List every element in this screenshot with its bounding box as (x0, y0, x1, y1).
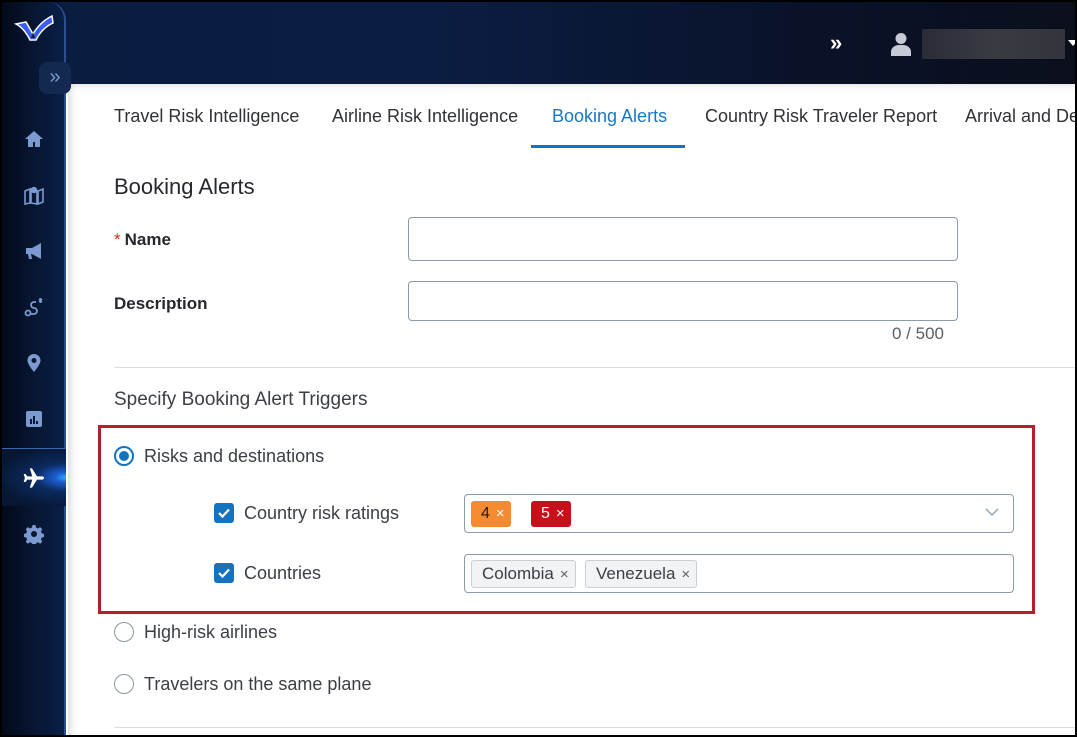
country-chip: Colombia × (471, 560, 576, 588)
option-label-risks-and-destinations: Risks and destinations (144, 446, 325, 466)
logo-icon (14, 14, 54, 41)
tab-booking-alerts[interactable]: Booking Alerts (552, 106, 667, 127)
sidebar (2, 2, 66, 735)
app-window: » » Travel Risk Intelligence Airline Ris… (0, 0, 1077, 737)
remove-chip-icon[interactable]: × (560, 566, 569, 583)
user-icon[interactable] (890, 32, 912, 56)
checkbox-country-risk-ratings[interactable] (214, 503, 234, 523)
user-name[interactable] (922, 29, 1065, 59)
sidebar-item-locations[interactable] (2, 335, 66, 391)
section-divider (114, 727, 1075, 728)
risk-rating-chip: 4 × (471, 501, 511, 527)
radio-risks-and-destinations[interactable] (114, 446, 134, 466)
name-input[interactable] (408, 217, 958, 261)
double-chevron-right-icon[interactable]: » (830, 30, 842, 56)
remove-chip-icon[interactable]: × (681, 566, 690, 583)
description-char-counter: 0 / 500 (892, 324, 944, 343)
sidebar-item-settings[interactable] (2, 506, 66, 562)
active-tab-indicator (531, 145, 685, 148)
tab-airline-risk-intelligence[interactable]: Airline Risk Intelligence (332, 106, 518, 127)
required-marker: * (114, 230, 121, 249)
chevron-down-icon[interactable] (985, 505, 999, 519)
sidebar-item-map[interactable] (2, 167, 66, 223)
location-pin-icon (27, 354, 41, 372)
sidebar-item-reports[interactable] (2, 391, 66, 447)
sidebar-item-travel[interactable] (2, 448, 66, 506)
tab-country-risk-traveler-report[interactable]: Country Risk Traveler Report (705, 106, 937, 127)
name-label: * Name (114, 230, 171, 249)
top-bar: » (2, 2, 1075, 84)
option-label-travelers-same-plane: Travelers on the same plane (144, 674, 372, 694)
user-menu-caret-icon[interactable] (1068, 40, 1075, 46)
home-icon (25, 131, 43, 147)
country-chip: Venezuela × (585, 560, 698, 588)
country-risk-ratings-label: Country risk ratings (244, 503, 400, 523)
sidebar-item-alerts[interactable] (2, 223, 66, 279)
risk-rating-chip: 5 × (531, 501, 571, 527)
radio-high-risk-airlines[interactable] (114, 622, 134, 642)
countries-label: Countries (244, 563, 322, 583)
route-icon (24, 298, 43, 317)
megaphone-icon (26, 243, 41, 259)
description-input[interactable] (408, 281, 958, 321)
countries-select[interactable]: Colombia × Venezuela × (464, 554, 1014, 593)
page-title: Booking Alerts (114, 174, 255, 199)
sidebar-item-home[interactable] (2, 111, 66, 167)
airplane-icon (23, 467, 44, 488)
bar-chart-icon (26, 411, 42, 427)
sidebar-item-routes[interactable] (2, 279, 66, 335)
remove-chip-icon[interactable]: × (556, 505, 565, 522)
risk-ratings-select[interactable]: 4 × 5 × (464, 494, 1014, 533)
radio-travelers-same-plane[interactable] (114, 674, 134, 694)
map-pin-icon (24, 186, 44, 205)
remove-chip-icon[interactable]: × (496, 505, 505, 522)
triggers-section-title: Specify Booking Alert Triggers (114, 389, 368, 410)
gear-icon (24, 525, 44, 544)
tab-arrival-and-departure[interactable]: Arrival and Dep (965, 106, 1075, 127)
description-label: Description (114, 294, 208, 313)
sidebar-expand-button[interactable]: » (39, 62, 71, 94)
section-divider (114, 367, 1075, 368)
tab-travel-risk-intelligence[interactable]: Travel Risk Intelligence (114, 106, 299, 127)
tab-bar: Travel Risk Intelligence Airline Risk In… (68, 84, 1075, 148)
main-content: Travel Risk Intelligence Airline Risk In… (68, 84, 1075, 735)
checkbox-countries[interactable] (214, 563, 234, 583)
check-icon (218, 508, 230, 519)
check-icon (218, 568, 230, 579)
option-label-high-risk-airlines: High-risk airlines (144, 622, 278, 642)
